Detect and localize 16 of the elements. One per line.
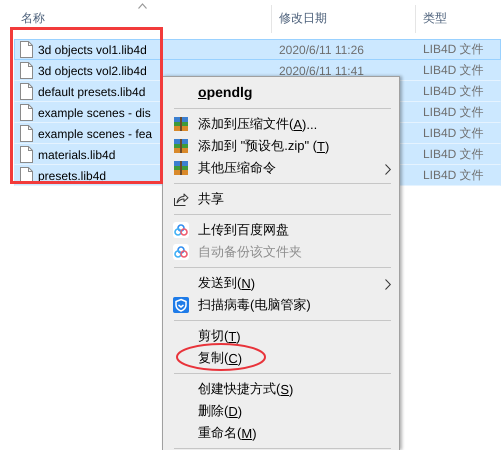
file-name: 3d objects vol1.lib4d (38, 42, 147, 56)
table-cell: 2020/6/11 11:26 (279, 42, 364, 56)
file-name: example scenes - dis (38, 106, 151, 120)
file-name: presets.lib4d (38, 168, 106, 182)
table-cell: LIB4D 文件 (423, 42, 484, 56)
table-cell: LIB4D 文件 (423, 126, 484, 140)
file-name: 3d objects vol2.lib4d (38, 64, 147, 78)
file-name: default presets.lib4d (38, 84, 146, 98)
table-cell: LIB4D 文件 (423, 105, 484, 119)
file-name: example scenes - fea (38, 126, 152, 140)
table-cell: LIB4D 文件 (423, 84, 484, 98)
table-cell: LIB4D 文件 (423, 168, 484, 182)
table-cell: LIB4D 文件 (423, 147, 484, 161)
table-cell: 2020/6/11 11:41 (279, 64, 364, 78)
table-cell: LIB4D 文件 (423, 63, 484, 77)
file-name: materials.lib4d (38, 148, 116, 162)
